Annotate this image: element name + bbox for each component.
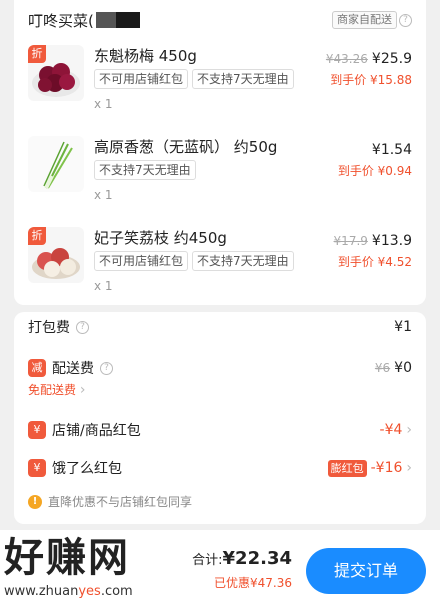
total-label: 合计: [192,553,223,568]
watermark-url: www.zhuanyes.com [4,584,133,599]
item-name: 高原香葱（无蓝矾） 约50g [94,138,278,156]
discount-tag: 折 [28,227,46,245]
delivery-fee-right: ¥6 ¥0 [375,357,412,379]
shop-header[interactable]: 叮咚买菜( [28,9,140,31]
shop-hongbao-value: -¥4 [379,422,403,438]
price-line: ¥43.26 ¥25.9 [326,51,412,67]
current-price: ¥13.9 [371,233,412,249]
swelled-hongbao-badge: 膨红包 [327,459,367,477]
shop-hongbao-row[interactable]: ¥ 店铺/商品红包 -¥4 › [28,419,412,441]
eleme-hongbao-value: -¥16 [370,460,403,476]
price-line: ¥17.9 ¥13.9 [334,233,412,249]
chevron-right-icon: › [79,382,86,398]
bayberry-thumbnail: 折 [28,45,84,101]
delivery-fee-value: ¥0 [394,360,412,376]
cart-item-lychee[interactable]: 折 妃子笑荔枝 约450g 不可用店铺红包 不支持7天无理由 x 1 ¥17.9… [0,227,440,317]
item-tags: 不可用店铺红包 不支持7天无理由 [94,69,294,89]
discount-note: ! 直降优惠不与店铺红包同享 [28,493,192,510]
tag-no-shop-hongbao: 不可用店铺红包 [94,69,189,89]
scallion-image [43,141,73,189]
shop-hongbao-label: 店铺/商品红包 [52,423,141,439]
packing-fee-row: 打包费 ? ¥1 [28,316,412,338]
item-quantity: x 1 [94,188,113,202]
chevron-right-icon: › [406,422,412,438]
delivery-fee-row: 减 配送费 ? ¥6 ¥0 [28,357,412,379]
item-quantity: x 1 [94,97,113,111]
info-icon[interactable]: ? [76,320,89,334]
eleme-hongbao-right: 膨红包 -¥16 › [327,457,412,479]
item-tags: 不支持7天无理由 [94,160,196,180]
current-price: ¥25.9 [371,51,412,67]
original-price: ¥43.26 [325,52,368,66]
site-watermark: 好赚网 www.zhuanyes.com [4,534,194,599]
current-price: ¥1.54 [371,142,412,158]
packing-fee-label: 打包费 [28,320,70,336]
chevron-right-icon: › [406,460,412,476]
discount-icon: 减 [28,359,46,377]
submit-order-button[interactable]: 提交订单 [306,548,426,594]
original-price: ¥17.9 [333,234,368,248]
discount-tag: 折 [28,45,46,63]
item-name: 东魁杨梅 450g [94,47,197,65]
packing-fee-value: ¥1 [394,319,412,335]
item-tags: 不可用店铺红包 不支持7天无理由 [94,251,294,271]
tag-no-7day-return: 不支持7天无理由 [94,160,196,180]
eleme-hongbao-label: 饿了么红包 [52,461,122,477]
info-icon[interactable]: ? [399,14,412,27]
saved-amount: 已优惠¥47.36 [214,576,292,590]
tag-no-7day-return: 不支持7天无理由 [192,69,294,89]
tag-no-7day-return: 不支持7天无理由 [192,251,294,271]
item-name: 妃子笑荔枝 约450g [94,229,227,247]
redacted-mask [95,12,140,28]
warning-icon: ! [28,494,42,509]
delivery-original-fee: ¥6 [374,361,391,375]
tag-no-shop-hongbao: 不可用店铺红包 [94,251,189,271]
free-delivery-link[interactable]: 免配送费 › [28,381,85,398]
final-price: 到手价 ¥0.94 [337,164,412,178]
price-line: ¥1.54 [372,142,412,158]
delivery-fee-label: 配送费 [52,361,94,377]
cart-item-scallion[interactable]: 高原香葱（无蓝矾） 约50g 不支持7天无理由 x 1 ¥1.54 到手价 ¥0… [0,136,440,226]
item-quantity: x 1 [94,279,113,293]
scallion-thumbnail [28,136,84,192]
order-total: 合计: ¥22.34 [192,548,292,569]
shop-hongbao-right: -¥4 › [380,419,412,441]
lychee-thumbnail: 折 [28,227,84,283]
shop-name: 叮咚买菜( [28,11,94,30]
eleme-hongbao-row[interactable]: ¥ 饿了么红包 膨红包 -¥16 › [28,457,412,479]
coupon-icon: ¥ [28,421,46,439]
checkout-bar: 好赚网 www.zhuanyes.com 合计: ¥22.34 已优惠¥47.3… [0,530,440,615]
free-delivery-label: 免配送费 [28,383,77,397]
coupon-icon: ¥ [28,459,46,477]
cart-item-bayberry[interactable]: 折 东魁杨梅 450g 不可用店铺红包 不支持7天无理由 x 1 ¥43.26 … [0,45,440,135]
watermark-title: 好赚网 [4,535,130,581]
delivery-badge: 商家自配送 [332,11,397,29]
final-price: 到手价 ¥4.52 [337,255,412,269]
packing-fee-right: ¥1 [394,316,412,338]
final-price: 到手价 ¥15.88 [330,73,412,87]
total-value: ¥22.34 [222,548,292,569]
info-icon[interactable]: ? [100,361,113,375]
note-text: 直降优惠不与店铺红包同享 [48,495,193,509]
